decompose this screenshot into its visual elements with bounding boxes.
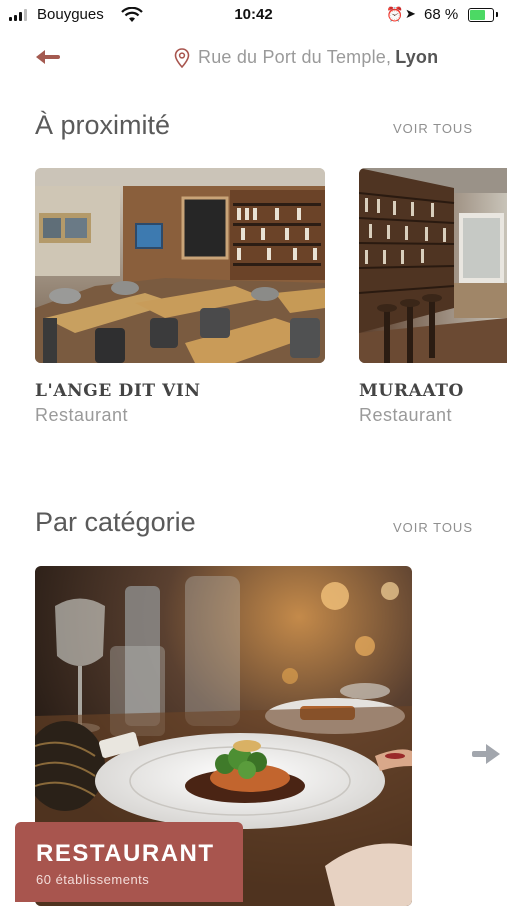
- venue-type: Restaurant: [35, 405, 129, 425]
- battery-icon: [468, 8, 494, 22]
- back-arrow-icon[interactable]: [34, 47, 62, 67]
- battery-percent: 68 %: [424, 6, 459, 23]
- battery-tip: [496, 12, 498, 17]
- location-arrow-icon: ➤: [405, 6, 416, 21]
- address-street: Rue du Port du Temple,: [198, 47, 392, 67]
- category-count: 60 établissements: [36, 872, 150, 887]
- category-title: RESTAURANT: [36, 840, 215, 867]
- venue-card-muraato[interactable]: MURAATO Restaurant: [359, 168, 507, 426]
- status-bar: Bouygues 10:42 ⏰ ➤ 68 %: [0, 0, 507, 30]
- next-arrow-icon[interactable]: [470, 742, 502, 766]
- venue-name[interactable]: MURAATO: [359, 381, 507, 401]
- alarm-icon: ⏰: [386, 6, 404, 22]
- categories-title: Par catégorie: [35, 507, 196, 537]
- venue-name[interactable]: L'ANGE DIT VIN: [35, 381, 325, 401]
- venue-photo[interactable]: [35, 168, 325, 363]
- venue-card-ange-dit-vin[interactable]: L'ANGE DIT VIN Restaurant: [35, 168, 325, 426]
- categories-see-all-link[interactable]: VOIR TOUS: [393, 520, 473, 535]
- nearby-see-all-link[interactable]: VOIR TOUS: [393, 121, 473, 136]
- location-address[interactable]: Rue du Port du Temple, Lyon: [198, 47, 438, 68]
- category-label-restaurant[interactable]: RESTAURANT 60 établissements: [15, 822, 243, 902]
- venue-type: Restaurant: [359, 405, 453, 425]
- address-city: Lyon: [395, 47, 439, 67]
- battery-level: [470, 10, 485, 20]
- venue-photo[interactable]: [359, 168, 507, 363]
- location-pin-icon[interactable]: [174, 48, 190, 68]
- nearby-title: À proximité: [35, 110, 171, 140]
